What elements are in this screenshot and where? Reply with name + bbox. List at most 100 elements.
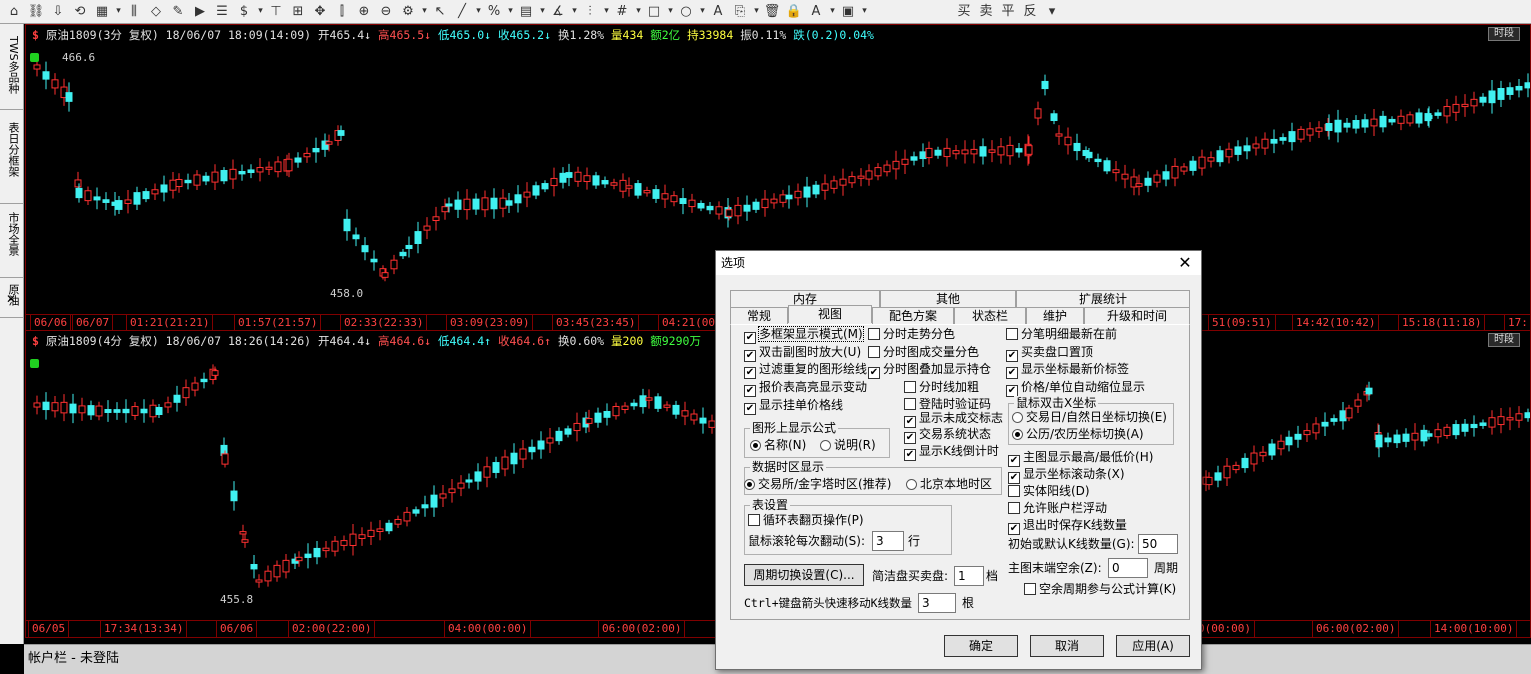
toolbar-tool-icon[interactable]: % xyxy=(484,2,504,21)
tail-space-input[interactable]: 0 xyxy=(1108,558,1148,578)
simple-book-input[interactable]: 1 xyxy=(954,566,984,586)
toolbar-tool-icon[interactable]: ⊤ xyxy=(266,2,286,21)
toolbar-tool-icon[interactable]: ⌂ xyxy=(4,2,24,21)
period-switch-button[interactable]: 周期切换设置(C)... xyxy=(744,564,864,586)
toolbar-trade-button[interactable]: 平 xyxy=(998,2,1018,21)
toolbar-trade-button[interactable]: ▾ xyxy=(1042,2,1062,21)
intraday-color-checkbox[interactable]: 分时走势分色 xyxy=(868,327,955,342)
tab-other[interactable]: 其他 xyxy=(880,290,1016,307)
ctrl-move-input[interactable]: 3 xyxy=(918,593,956,613)
lunar-axis-radio[interactable]: 公历/农历坐标切换(A) xyxy=(1012,427,1144,442)
init-kline-input[interactable]: 50 xyxy=(1138,534,1178,554)
multi-frame-checkbox[interactable]: ✔ 多框架显示模式(M) xyxy=(744,326,864,344)
intraday-position-checkbox[interactable]: ✔ 分时图叠加显示持仓 xyxy=(868,362,991,379)
toolbar-tool-icon[interactable]: A xyxy=(708,2,728,21)
toolbar-tool-icon[interactable]: ⛓ xyxy=(26,2,46,21)
toolbar-tool-icon[interactable]: $ xyxy=(234,2,254,21)
close-icon[interactable]: ✕ xyxy=(1175,253,1195,273)
checkbox-box[interactable] xyxy=(748,514,760,526)
filter-duplicate-checkbox[interactable]: ✔ 过滤重复的图形绘线 xyxy=(744,362,867,379)
toolbar-tool-icon[interactable]: ▾ xyxy=(474,2,483,21)
checkbox-box[interactable] xyxy=(904,381,916,393)
checkbox-box[interactable] xyxy=(1008,485,1020,497)
wheel-scroll-input[interactable]: 3 xyxy=(872,531,904,551)
toolbar-tool-icon[interactable]: ⫿ xyxy=(332,2,352,21)
period-button[interactable]: 时段 xyxy=(1488,27,1520,41)
checkbox-box[interactable]: ✔ xyxy=(1006,350,1018,362)
radio-dot[interactable] xyxy=(1012,412,1023,423)
toolbar-tool-icon[interactable]: ◇ xyxy=(146,2,166,21)
toolbar-tool-icon[interactable]: ▶ xyxy=(190,2,210,21)
intraday-volume-color-checkbox[interactable]: 分时图成交量分色 xyxy=(868,345,979,360)
save-kline-count-checkbox[interactable]: ✔ 退出时保存K线数量 xyxy=(1008,518,1127,535)
tab-upgrade-time[interactable]: 升级和时间 xyxy=(1084,307,1190,324)
radio-dot[interactable] xyxy=(906,479,917,490)
checkbox-box[interactable]: ✔ xyxy=(744,332,756,344)
sidebar-item-market[interactable]: 市场全景 xyxy=(0,208,24,278)
toolbar-tool-icon[interactable]: □ xyxy=(644,2,664,21)
checkbox-box[interactable] xyxy=(1024,583,1036,595)
sidebar-item-frame[interactable]: 表日分框架 xyxy=(0,118,24,204)
cycle-page-checkbox[interactable]: 循环表翻页操作(P) xyxy=(748,513,864,528)
formula-desc-radio[interactable]: 说明(R) xyxy=(820,438,876,453)
checkbox-box[interactable]: ✔ xyxy=(1006,367,1018,379)
checkbox-box[interactable]: ✔ xyxy=(744,350,756,362)
tab-status-bar[interactable]: 状态栏 xyxy=(954,307,1026,324)
checkbox-box[interactable]: ✔ xyxy=(904,432,916,444)
toolbar-tool-icon[interactable]: ⊕ xyxy=(354,2,374,21)
toolbar-tool-icon[interactable]: ▾ xyxy=(570,2,579,21)
toolbar-tool-icon[interactable]: ▤ xyxy=(516,2,536,21)
toolbar-trade-button[interactable]: 买 xyxy=(954,2,974,21)
toolbar-tool-icon[interactable]: 🗑 xyxy=(762,2,782,21)
toolbar-tool-icon[interactable]: ⇩ xyxy=(48,2,68,21)
unfilled-flag-checkbox[interactable]: ✔ 显示未成交标志 xyxy=(904,411,1003,428)
checkbox-box[interactable] xyxy=(868,346,880,358)
radio-dot[interactable] xyxy=(820,440,831,451)
axis-scrollbar-checkbox[interactable]: ✔ 显示坐标滚动条(X) xyxy=(1008,467,1125,484)
tab-maintenance[interactable]: 维护 xyxy=(1026,307,1084,324)
orderbook-top-checkbox[interactable]: ✔ 买卖盘口置顶 xyxy=(1006,345,1093,362)
period-button[interactable]: 时段 xyxy=(1488,333,1520,347)
radio-dot[interactable] xyxy=(744,479,755,490)
checkbox-box[interactable]: ✔ xyxy=(744,403,756,415)
toolbar-tool-icon[interactable]: A xyxy=(806,2,826,21)
beijing-tz-radio[interactable]: 北京本地时区 xyxy=(906,477,992,492)
toolbar-tool-icon[interactable]: ▾ xyxy=(602,2,611,21)
ok-button[interactable]: 确定 xyxy=(944,635,1018,657)
checkbox-box[interactable]: ✔ xyxy=(1008,455,1020,467)
toolbar-tool-icon[interactable]: ▦ xyxy=(92,2,112,21)
sidebar-close-icon[interactable]: ✕ xyxy=(6,292,16,306)
highlight-change-checkbox[interactable]: ✔ 报价表高亮显示变动 xyxy=(744,380,867,397)
toolbar-tool-icon[interactable]: ⊖ xyxy=(376,2,396,21)
toolbar-tool-icon[interactable]: ▾ xyxy=(860,2,869,21)
show-high-low-checkbox[interactable]: ✔ 主图显示最高/最低价(H) xyxy=(1008,450,1153,467)
toolbar-tool-icon[interactable]: ⟲ xyxy=(70,2,90,21)
auto-abbrev-checkbox[interactable]: ✔ 价格/单位自动缩位显示 xyxy=(1006,380,1145,397)
toolbar-tool-icon[interactable]: # xyxy=(612,2,632,21)
toolbar-tool-icon[interactable]: ⫼ xyxy=(124,2,144,21)
sidebar-item-multi[interactable]: TWS多品种 xyxy=(0,32,24,110)
checkbox-box[interactable] xyxy=(1006,328,1018,340)
tab-view[interactable]: 视图 xyxy=(788,305,872,323)
cancel-button[interactable]: 取消 xyxy=(1030,635,1104,657)
empty-cycle-checkbox[interactable]: 空余周期参与公式计算(K) xyxy=(1024,582,1176,597)
toolbar-tool-icon[interactable]: ▣ xyxy=(838,2,858,21)
radio-dot[interactable] xyxy=(1012,429,1023,440)
solid-bull-candle-checkbox[interactable]: 实体阳线(D) xyxy=(1008,484,1090,499)
radio-dot[interactable] xyxy=(750,440,761,451)
toolbar-tool-icon[interactable]: ☰ xyxy=(212,2,232,21)
bold-line-checkbox[interactable]: 分时线加粗 xyxy=(904,380,979,395)
toolbar-tool-icon[interactable]: ▾ xyxy=(506,2,515,21)
trade-system-state-checkbox[interactable]: ✔ 交易系统状态 xyxy=(904,427,991,444)
toolbar-tool-icon[interactable]: ✥ xyxy=(310,2,330,21)
toolbar-tool-icon[interactable]: ⫶ xyxy=(580,2,600,21)
toolbar-tool-icon[interactable]: ▾ xyxy=(634,2,643,21)
checkbox-box[interactable]: ✔ xyxy=(1008,523,1020,535)
toolbar-tool-icon[interactable]: ▾ xyxy=(698,2,707,21)
toolbar-tool-icon[interactable]: ▾ xyxy=(114,2,123,21)
tab-extended-stats[interactable]: 扩展统计 xyxy=(1016,290,1190,307)
toolbar-tool-icon[interactable]: ▾ xyxy=(666,2,675,21)
toolbar-trade-button[interactable]: 反 xyxy=(1020,2,1040,21)
toolbar-tool-icon[interactable]: ○ xyxy=(676,2,696,21)
toolbar-trade-button[interactable]: 卖 xyxy=(976,2,996,21)
